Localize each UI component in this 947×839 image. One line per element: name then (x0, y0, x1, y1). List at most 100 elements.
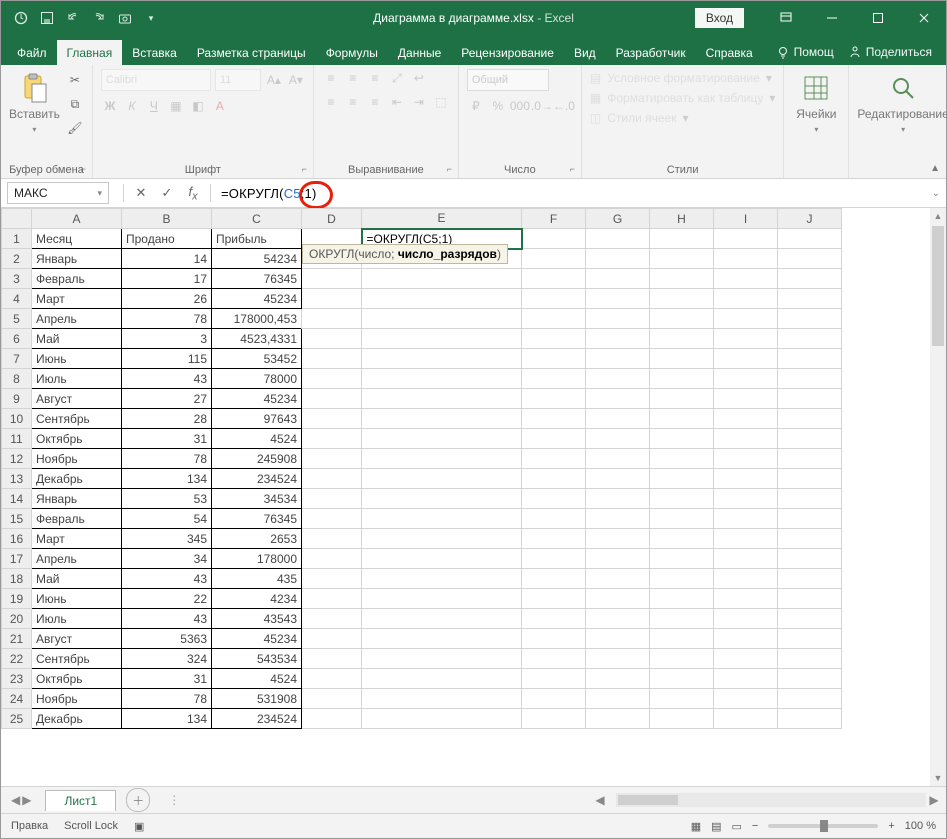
col-header-B[interactable]: B (122, 209, 212, 229)
cell-D8[interactable] (302, 369, 362, 389)
col-header-D[interactable]: D (302, 209, 362, 229)
cell-E8[interactable] (362, 369, 522, 389)
cell-C17[interactable]: 178000 (212, 549, 302, 569)
cell-F9[interactable] (522, 389, 586, 409)
cell-D3[interactable] (302, 269, 362, 289)
row-header-2[interactable]: 2 (2, 249, 32, 269)
autosave-icon[interactable] (11, 8, 31, 28)
cell-F13[interactable] (522, 469, 586, 489)
cell-H3[interactable] (650, 269, 714, 289)
cell-B21[interactable]: 5363 (122, 629, 212, 649)
cell-H23[interactable] (650, 669, 714, 689)
cell-C4[interactable]: 45234 (212, 289, 302, 309)
cell-G13[interactable] (586, 469, 650, 489)
cell-G1[interactable] (586, 229, 650, 249)
cell-C8[interactable]: 78000 (212, 369, 302, 389)
cell-A1[interactable]: Месяц (32, 229, 122, 249)
cell-C10[interactable]: 97643 (212, 409, 302, 429)
cell-B7[interactable]: 115 (122, 349, 212, 369)
spreadsheet-grid[interactable]: ABCDEFGHIJ1МесяцПроданоПрибыль=ОКРУГЛ(C5… (1, 208, 946, 786)
cell-C14[interactable]: 34534 (212, 489, 302, 509)
cell-C3[interactable]: 76345 (212, 269, 302, 289)
format-painter-icon[interactable]: 🖌 (66, 119, 84, 137)
cell-D17[interactable] (302, 549, 362, 569)
cell-H25[interactable] (650, 709, 714, 729)
row-header-22[interactable]: 22 (2, 649, 32, 669)
cell-G12[interactable] (586, 449, 650, 469)
cell-F3[interactable] (522, 269, 586, 289)
cell-E15[interactable] (362, 509, 522, 529)
cell-D11[interactable] (302, 429, 362, 449)
italic-icon[interactable]: К (123, 97, 141, 115)
cell-I16[interactable] (714, 529, 778, 549)
cell-B20[interactable]: 43 (122, 609, 212, 629)
cell-B16[interactable]: 345 (122, 529, 212, 549)
cell-H5[interactable] (650, 309, 714, 329)
cell-I11[interactable] (714, 429, 778, 449)
cell-E6[interactable] (362, 329, 522, 349)
minimize-icon[interactable] (810, 1, 854, 35)
tell-me[interactable]: Помощ (776, 45, 834, 59)
cell-C11[interactable]: 4524 (212, 429, 302, 449)
cell-H10[interactable] (650, 409, 714, 429)
cell-B15[interactable]: 54 (122, 509, 212, 529)
tab-view[interactable]: Вид (564, 40, 606, 65)
cell-I24[interactable] (714, 689, 778, 709)
cell-D16[interactable] (302, 529, 362, 549)
cell-I19[interactable] (714, 589, 778, 609)
cell-J12[interactable] (778, 449, 842, 469)
decrease-font-icon[interactable]: A▾ (287, 71, 305, 89)
cell-B17[interactable]: 34 (122, 549, 212, 569)
cell-B5[interactable]: 78 (122, 309, 212, 329)
undo-icon[interactable] (63, 8, 83, 28)
cell-G4[interactable] (586, 289, 650, 309)
row-header-1[interactable]: 1 (2, 229, 32, 249)
cell-H8[interactable] (650, 369, 714, 389)
tab-pagelayout[interactable]: Разметка страницы (187, 40, 316, 65)
cell-G5[interactable] (586, 309, 650, 329)
cell-J5[interactable] (778, 309, 842, 329)
cell-J8[interactable] (778, 369, 842, 389)
row-header-13[interactable]: 13 (2, 469, 32, 489)
cell-B11[interactable]: 31 (122, 429, 212, 449)
row-header-5[interactable]: 5 (2, 309, 32, 329)
ribbon-options-icon[interactable] (764, 1, 808, 35)
cell-F22[interactable] (522, 649, 586, 669)
view-pagelayout-icon[interactable]: ▤ (711, 820, 721, 833)
cell-F15[interactable] (522, 509, 586, 529)
cell-J3[interactable] (778, 269, 842, 289)
cell-J7[interactable] (778, 349, 842, 369)
cell-J10[interactable] (778, 409, 842, 429)
cell-E20[interactable] (362, 609, 522, 629)
cell-F20[interactable] (522, 609, 586, 629)
zoom-slider[interactable] (768, 824, 878, 828)
paste-button[interactable]: Вставить ▾ (9, 69, 60, 134)
cell-H11[interactable] (650, 429, 714, 449)
cell-A8[interactable]: Июль (32, 369, 122, 389)
formula-input[interactable]: =ОКРУГЛ(C5;1) (221, 186, 317, 201)
cell-B23[interactable]: 31 (122, 669, 212, 689)
zoom-level[interactable]: 100 % (905, 820, 936, 832)
cell-E14[interactable] (362, 489, 522, 509)
cell-F10[interactable] (522, 409, 586, 429)
cell-H4[interactable] (650, 289, 714, 309)
cell-H18[interactable] (650, 569, 714, 589)
cell-C25[interactable]: 234524 (212, 709, 302, 729)
font-size[interactable]: 11 (215, 69, 261, 91)
cell-F12[interactable] (522, 449, 586, 469)
cell-H19[interactable] (650, 589, 714, 609)
signin-button[interactable]: Вход (695, 8, 744, 28)
cut-icon[interactable]: ✂ (66, 71, 84, 89)
view-normal-icon[interactable]: ▦ (691, 820, 701, 833)
cell-G11[interactable] (586, 429, 650, 449)
cell-B13[interactable]: 134 (122, 469, 212, 489)
cell-I14[interactable] (714, 489, 778, 509)
align-bottom-icon[interactable]: ≡ (366, 69, 384, 87)
cell-B2[interactable]: 14 (122, 249, 212, 269)
cell-J21[interactable] (778, 629, 842, 649)
row-header-19[interactable]: 19 (2, 589, 32, 609)
cell-C21[interactable]: 45234 (212, 629, 302, 649)
add-sheet-icon[interactable]: ＋ (126, 788, 150, 812)
number-format[interactable]: Общий (467, 69, 549, 91)
font-color-icon[interactable]: A (211, 97, 229, 115)
